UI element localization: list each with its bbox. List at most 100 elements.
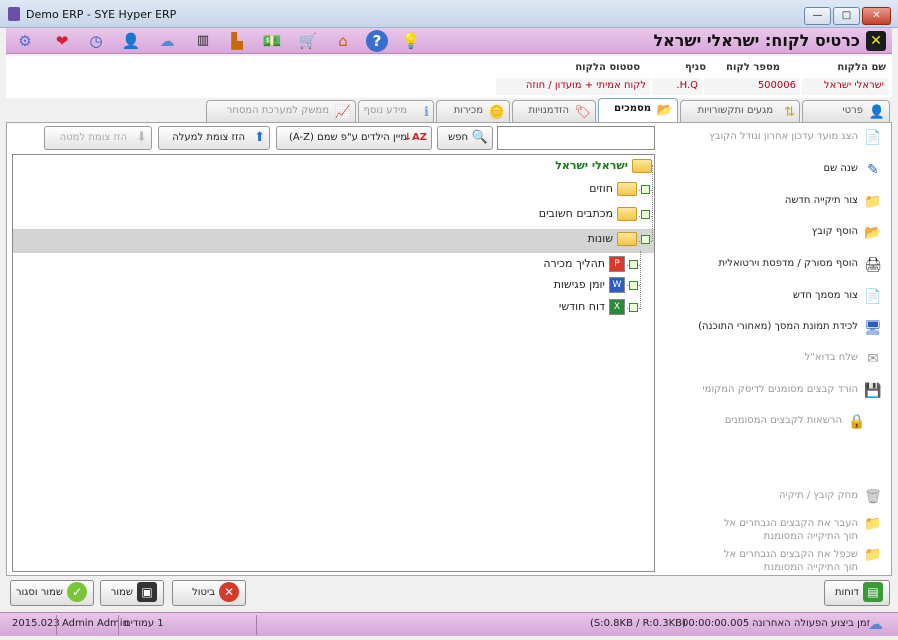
tab-contact-details[interactable]: 👤 פרטי התקשרות (802, 100, 890, 136)
coins-icon: 🪙 (488, 105, 505, 120)
rename-action[interactable]: ✎ שנה שם (823, 162, 878, 178)
bulb-icon[interactable]: 💡 (400, 30, 422, 52)
expand-box-icon (641, 234, 650, 244)
person-icon: 👤 (868, 105, 885, 120)
customer-status-label: סטטוס הלקוח (575, 62, 640, 73)
sort-az-icon: AZ↓ (403, 132, 427, 143)
close-card-button[interactable]: ✕ (866, 31, 886, 51)
expand-box-icon (641, 184, 650, 194)
branch-label: סניף (684, 62, 706, 73)
cart-icon[interactable]: 🛒 (297, 30, 319, 52)
arrows-icon: ⇅ (784, 105, 795, 120)
folder-icon (617, 182, 637, 196)
title-bar: Demo ERP - SYE Hyper ERP — □ ✕ (0, 0, 898, 28)
download-icon: 💾 (864, 383, 882, 399)
add-file-icon: 📂 (864, 225, 882, 241)
new-folder-action[interactable]: 📁 צור תיקייה חדשה (785, 194, 882, 210)
tab-trading-interface[interactable]: 📈 ממשק למערכת המסחר (206, 100, 356, 122)
customer-info: שם הלקוח ישראלי ישראל מספר לקוח 500006 ס… (6, 56, 892, 98)
delete-icon: 🗑 (864, 489, 882, 505)
branch-value: H.Q. (652, 78, 702, 95)
reports-button[interactable]: ▤דוחות (824, 580, 890, 606)
tab-bar: 👤 פרטי התקשרות ⇅ מגעים ותקשורויות 📂 מסמכ… (6, 98, 892, 136)
send-email-action[interactable]: ✉ שלח בדוא"ל (805, 351, 879, 367)
home-icon[interactable]: ⌂ (332, 30, 354, 52)
move-files-action[interactable]: 📁 העבר את הקבצים הנבחרים אל תוך התיקייה … (718, 516, 882, 543)
status-bar: 2015.023 Admin Admin 1 עמודים (S:0.8KB /… (0, 612, 898, 636)
expand-box-icon (629, 302, 638, 312)
email-icon: ✉ (867, 351, 879, 367)
tab-more-info[interactable]: ℹ מידע נוסף (358, 100, 434, 122)
new-document-action[interactable]: 📄 צור מסמך חדש (793, 289, 882, 305)
tree-node-letters[interactable]: מכתבים חשובים (539, 207, 650, 227)
customer-number-label: מספר לקוח (726, 62, 780, 73)
download-files-action[interactable]: 💾 הורד קבצים מסומנים לדיסק המקומי (702, 383, 881, 399)
cloud-icon[interactable]: ☁ (156, 30, 178, 52)
version-text: 2015.023 (12, 618, 60, 629)
columns-text: 1 עמודים (124, 618, 164, 629)
move-folder-icon: 📁 (864, 516, 882, 532)
screen-capture-action[interactable]: 🖥 לכידת תמונת המסך (מאחורי התוכנה) (698, 320, 882, 336)
customer-number-value: 500006 (704, 78, 800, 95)
show-last-update-action[interactable]: 📄 הצג מועד עדכון אחרון וגודל הקובץ (709, 130, 881, 146)
copy-files-action[interactable]: 📁 שכפל את הקבצים הנבחרים אל תוך התיקייה … (718, 547, 882, 574)
last-action-text: זמן ביצוע הפעולה האחרונה (752, 618, 871, 629)
folder-icon (617, 207, 637, 221)
scanner-icon: 🖨 (864, 257, 882, 273)
factory-icon[interactable]: ▙ (226, 30, 248, 52)
page-title: כרטיס לקוח: ישראלי ישראל (653, 31, 860, 50)
sort-children-button[interactable]: AZ↓ מיין הילדים ע"פ שמם (A-Z) (276, 126, 432, 150)
file-permissions-action[interactable]: 🔒 הרשאות לקבצים המסומנים (725, 414, 866, 430)
search-button[interactable]: 🔍 חפש (437, 126, 493, 150)
app-icon (8, 7, 20, 21)
chart-icon: 📈 (334, 105, 351, 120)
save-button[interactable]: ▣שמור (100, 580, 164, 606)
add-file-action[interactable]: 📂 הוסף קובץ (812, 225, 882, 241)
add-scanned-action[interactable]: 🖨 הוסף מסורק / מדפסת וירטואלית (718, 257, 881, 273)
minimize-button[interactable]: — (804, 7, 831, 25)
help-icon[interactable]: ? (366, 30, 388, 52)
pdf-file-icon: P (609, 256, 625, 272)
check-icon: ✓ (67, 582, 87, 602)
save-close-button[interactable]: ✓שמור וסגור (10, 580, 94, 606)
tree-node-sales-process[interactable]: Pתהליך מכירה (543, 256, 638, 276)
tag-icon: 🏷 (574, 105, 591, 120)
cancel-icon: ✕ (219, 582, 239, 602)
maximize-button[interactable]: □ (833, 7, 860, 25)
time-text: 00:00:00.005 (682, 618, 750, 629)
gear-icon[interactable]: ⚙ (14, 30, 36, 52)
tree-node-contracts[interactable]: חוזים (589, 182, 650, 202)
delete-action[interactable]: 🗑 מחק קובץ / תיקיה (779, 489, 882, 505)
tree-node-meetings[interactable]: Wיומן פגישות (554, 277, 638, 297)
selected-row-highlight (13, 229, 654, 253)
info-icon: ℹ (424, 105, 429, 120)
money-icon[interactable]: 💵 (261, 30, 283, 52)
tree-node-monthly-report[interactable]: Xדוח חודשי (559, 299, 638, 319)
move-node-down-button[interactable]: ⬇ הזז צומת למטה (44, 126, 152, 150)
barcode-icon[interactable]: ▥ (192, 30, 214, 52)
close-window-button[interactable]: ✕ (862, 7, 891, 25)
tab-contacts[interactable]: ⇅ מגעים ותקשורויות (680, 100, 800, 122)
tree-node-misc[interactable]: שונות (588, 232, 650, 252)
window-title: Demo ERP - SYE Hyper ERP (26, 8, 177, 21)
clock-icon[interactable]: ◷ (85, 30, 107, 52)
tab-opportunities[interactable]: 🏷 הזדמנויות (512, 100, 596, 122)
lock-icon: 🔒 (848, 414, 866, 430)
search-input[interactable] (497, 126, 655, 150)
documents-tree[interactable]: ישראלי ישראל חוזים מכתבים חשובים שונות P… (12, 154, 655, 572)
arrow-up-icon: ⬆ (254, 130, 265, 145)
customer-name-label: שם הלקוח (837, 62, 886, 73)
heart-icon[interactable]: ❤ (51, 30, 73, 52)
reports-icon: ▤ (863, 582, 883, 602)
cloud-icon: ☁ (868, 615, 883, 633)
move-node-up-button[interactable]: ⬆ הזז צומת למעלה (158, 126, 270, 150)
arrow-down-icon: ⬇ (136, 130, 147, 145)
rename-icon: ✎ (867, 162, 879, 178)
tab-sales[interactable]: 🪙 מכירות (436, 100, 510, 122)
magnifier-icon: 🔍 (471, 130, 488, 145)
tab-documents[interactable]: 📂 מסמכים (598, 98, 678, 122)
customer-name-value: ישראלי ישראל (802, 78, 888, 95)
cancel-button[interactable]: ✕ביטול (172, 580, 246, 606)
users-icon[interactable]: 👤 (120, 30, 142, 52)
tree-node-root[interactable]: ישראלי ישראל (555, 159, 652, 179)
